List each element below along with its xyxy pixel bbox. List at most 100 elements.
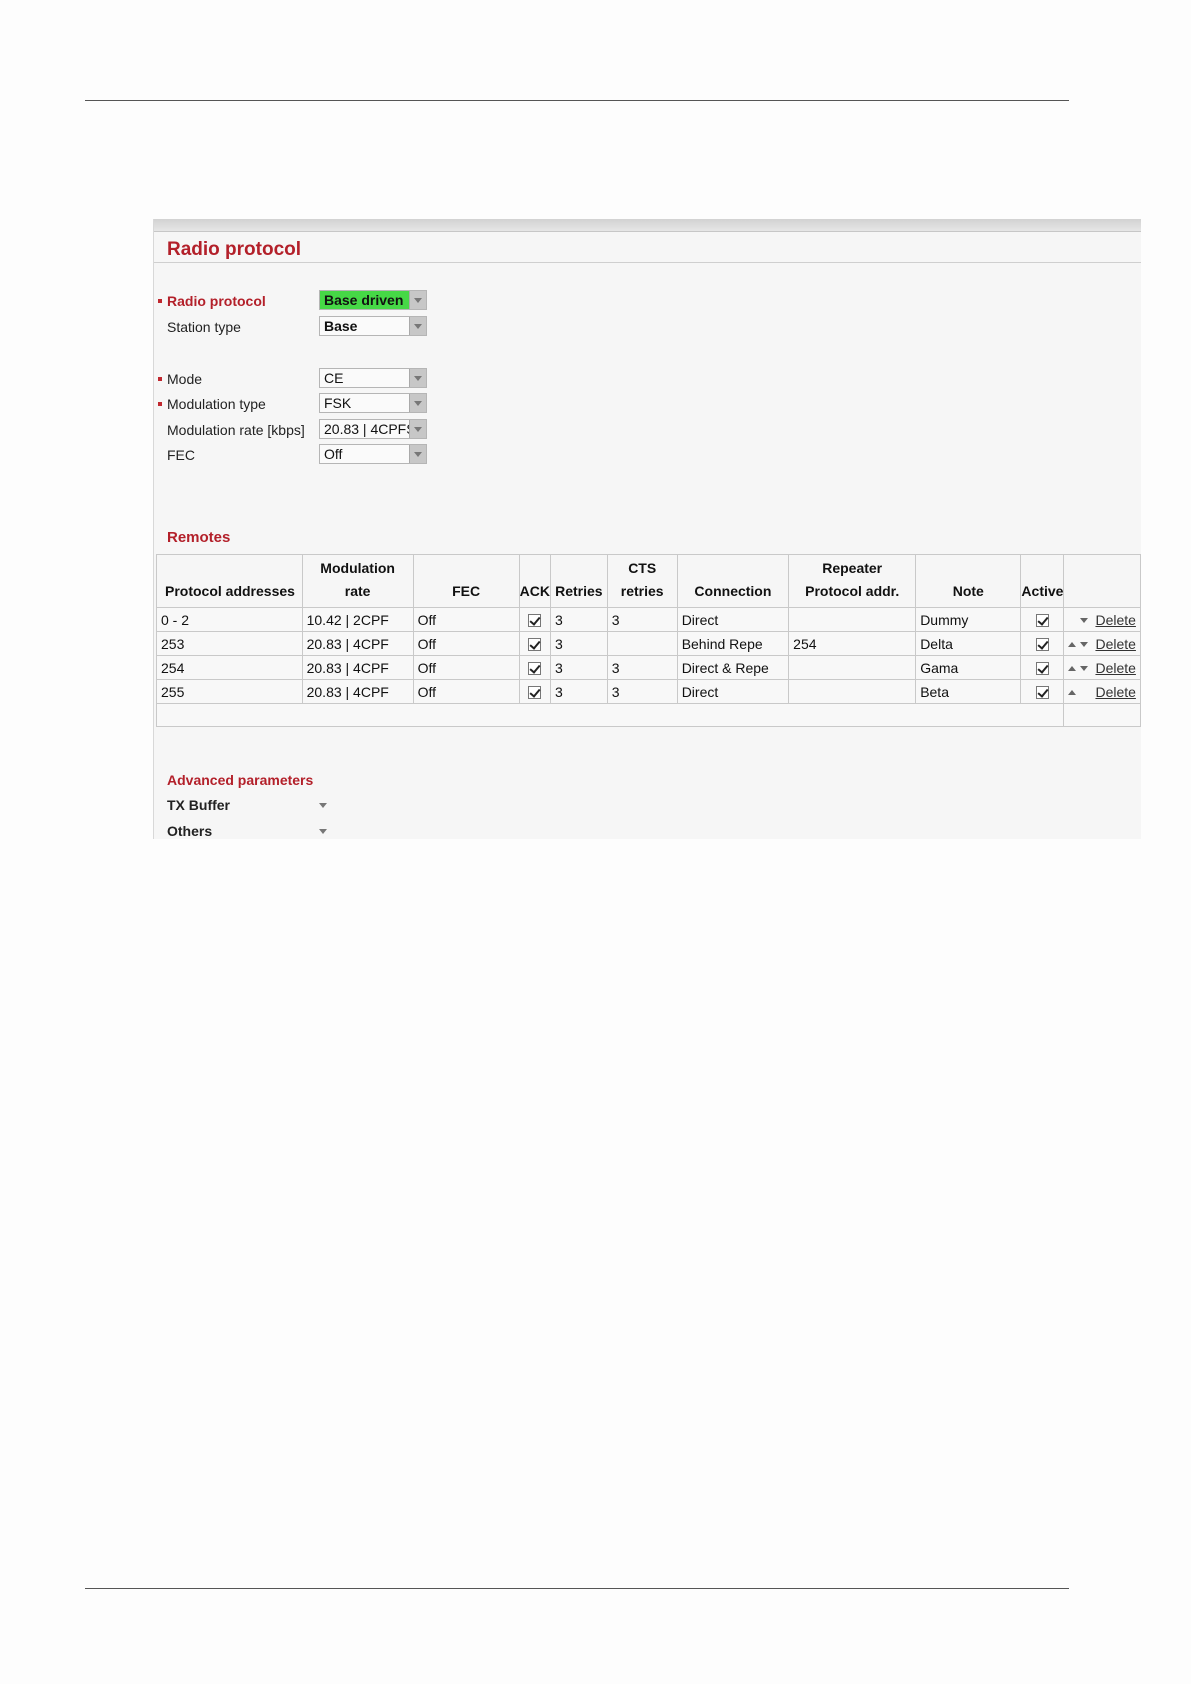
- table-row: 255 20.83 | 4CPF Off 3 3 Direct Beta Del…: [156, 679, 1141, 704]
- cell-repeater-addr[interactable]: [788, 679, 917, 704]
- cell-note[interactable]: Dummy: [915, 607, 1022, 632]
- cell-protocol-address[interactable]: 253: [156, 631, 303, 656]
- fec-row: FEC Off: [154, 443, 454, 467]
- modulation-rate-row: Modulation rate [kbps] 20.83 | 4CPFSK: [154, 418, 454, 442]
- col-ack[interactable]: ACK: [518, 554, 551, 608]
- move-up-icon[interactable]: [1068, 690, 1077, 696]
- cell-active: [1020, 631, 1065, 656]
- ack-checkbox[interactable]: [528, 614, 542, 628]
- station-type-select[interactable]: Base: [319, 316, 427, 336]
- delete-link[interactable]: Delete: [1095, 636, 1135, 652]
- ack-checkbox[interactable]: [528, 662, 542, 676]
- empty-cell: [1063, 703, 1141, 727]
- chevron-down-icon[interactable]: [409, 291, 426, 309]
- cell-modulation-rate[interactable]: 20.83 | 4CPF: [301, 655, 414, 680]
- radio-protocol-select[interactable]: Base driven: [319, 290, 427, 310]
- station-type-value: Base: [324, 318, 358, 334]
- cell-fec[interactable]: Off: [412, 655, 520, 680]
- cell-active: [1020, 679, 1065, 704]
- move-down-icon[interactable]: [1080, 666, 1089, 672]
- col-repeater-addr[interactable]: Repeater Protocol addr.: [788, 554, 917, 608]
- fec-select[interactable]: Off: [319, 444, 427, 464]
- cell-retries[interactable]: 3: [549, 607, 608, 632]
- cell-protocol-address[interactable]: 0 - 2: [156, 607, 303, 632]
- cell-ack: [518, 631, 551, 656]
- cell-note[interactable]: Gama: [915, 655, 1022, 680]
- cell-connection[interactable]: Behind Repe: [676, 631, 790, 656]
- col-connection[interactable]: Connection: [676, 554, 790, 608]
- modulation-rate-select[interactable]: 20.83 | 4CPFSK: [319, 419, 427, 439]
- chevron-down-icon[interactable]: [319, 829, 327, 834]
- col-modulation-rate[interactable]: Modulation rate: [301, 554, 414, 608]
- advanced-parameters-title: Advanced parameters: [167, 772, 314, 788]
- delete-link[interactable]: Delete: [1095, 660, 1135, 676]
- cell-repeater-addr[interactable]: 254: [788, 631, 917, 656]
- cell-fec[interactable]: Off: [412, 679, 520, 704]
- modulation-type-select[interactable]: FSK: [319, 393, 427, 413]
- modulation-type-label: Modulation type: [167, 396, 266, 412]
- delete-link[interactable]: Delete: [1095, 612, 1135, 628]
- cell-cts-retries[interactable]: 3: [606, 679, 678, 704]
- move-up-icon[interactable]: [1068, 666, 1077, 672]
- cell-connection[interactable]: Direct: [676, 679, 790, 704]
- required-marker: [158, 377, 162, 381]
- radio-protocol-value: Base driven: [324, 292, 404, 308]
- tx-buffer-toggle[interactable]: TX Buffer: [167, 797, 327, 813]
- cell-retries[interactable]: 3: [549, 679, 608, 704]
- chevron-down-icon[interactable]: [409, 317, 426, 335]
- cell-fec[interactable]: Off: [412, 607, 520, 632]
- col-active[interactable]: Active: [1020, 554, 1065, 608]
- active-checkbox[interactable]: [1035, 686, 1049, 700]
- cell-retries[interactable]: 3: [549, 631, 608, 656]
- cell-retries[interactable]: 3: [549, 655, 608, 680]
- chevron-down-icon[interactable]: [409, 445, 426, 463]
- fec-label: FEC: [167, 447, 195, 463]
- ack-checkbox[interactable]: [528, 638, 542, 652]
- cell-repeater-addr[interactable]: [788, 607, 917, 632]
- section-title: Radio protocol: [167, 239, 302, 260]
- cell-cts-retries[interactable]: [606, 631, 678, 656]
- cell-connection[interactable]: Direct: [676, 607, 790, 632]
- cell-cts-retries[interactable]: 3: [606, 655, 678, 680]
- cell-modulation-rate[interactable]: 10.42 | 2CPF: [301, 607, 414, 632]
- cell-protocol-address[interactable]: 255: [156, 679, 303, 704]
- modulation-type-row: Modulation type FSK: [154, 392, 454, 416]
- col-cts-retries[interactable]: CTS retries: [606, 554, 678, 608]
- table-row: 253 20.83 | 4CPF Off 3 Behind Repe 254 D…: [156, 631, 1141, 656]
- station-type-label: Station type: [167, 319, 241, 335]
- chevron-down-icon[interactable]: [409, 369, 426, 387]
- ack-checkbox[interactable]: [528, 686, 542, 700]
- mode-row: Mode CE: [154, 367, 454, 391]
- cell-protocol-address[interactable]: 254: [156, 655, 303, 680]
- chevron-down-icon[interactable]: [319, 803, 327, 808]
- active-checkbox[interactable]: [1035, 614, 1049, 628]
- col-retries[interactable]: Retries: [549, 554, 608, 608]
- cell-cts-retries[interactable]: 3: [606, 607, 678, 632]
- cell-note[interactable]: Delta: [915, 631, 1022, 656]
- delete-link[interactable]: Delete: [1095, 684, 1135, 700]
- cell-note[interactable]: Beta: [915, 679, 1022, 704]
- others-toggle[interactable]: Others: [167, 823, 327, 839]
- cell-repeater-addr[interactable]: [788, 655, 917, 680]
- move-down-icon[interactable]: [1080, 642, 1089, 648]
- table-row: 254 20.83 | 4CPF Off 3 3 Direct & Repe G…: [156, 655, 1141, 680]
- chevron-down-icon[interactable]: [409, 394, 426, 412]
- move-down-icon[interactable]: [1080, 618, 1089, 624]
- active-checkbox[interactable]: [1035, 638, 1049, 652]
- chevron-down-icon[interactable]: [409, 420, 426, 438]
- col-fec[interactable]: FEC: [412, 554, 520, 608]
- move-up-icon[interactable]: [1068, 642, 1077, 648]
- modulation-rate-label: Modulation rate [kbps]: [167, 422, 305, 438]
- cell-active: [1020, 655, 1065, 680]
- col-protocol-addresses[interactable]: Protocol addresses: [156, 554, 303, 608]
- tx-buffer-label: TX Buffer: [167, 797, 230, 813]
- cell-connection[interactable]: Direct & Repe: [676, 655, 790, 680]
- cell-actions: Delete: [1063, 607, 1141, 632]
- mode-select[interactable]: CE: [319, 368, 427, 388]
- cell-fec[interactable]: Off: [412, 631, 520, 656]
- cell-modulation-rate[interactable]: 20.83 | 4CPF: [301, 631, 414, 656]
- cell-modulation-rate[interactable]: 20.83 | 4CPF: [301, 679, 414, 704]
- active-checkbox[interactable]: [1035, 662, 1049, 676]
- radio-protocol-row: Radio protocol Base driven: [154, 289, 454, 313]
- col-note[interactable]: Note: [915, 554, 1022, 608]
